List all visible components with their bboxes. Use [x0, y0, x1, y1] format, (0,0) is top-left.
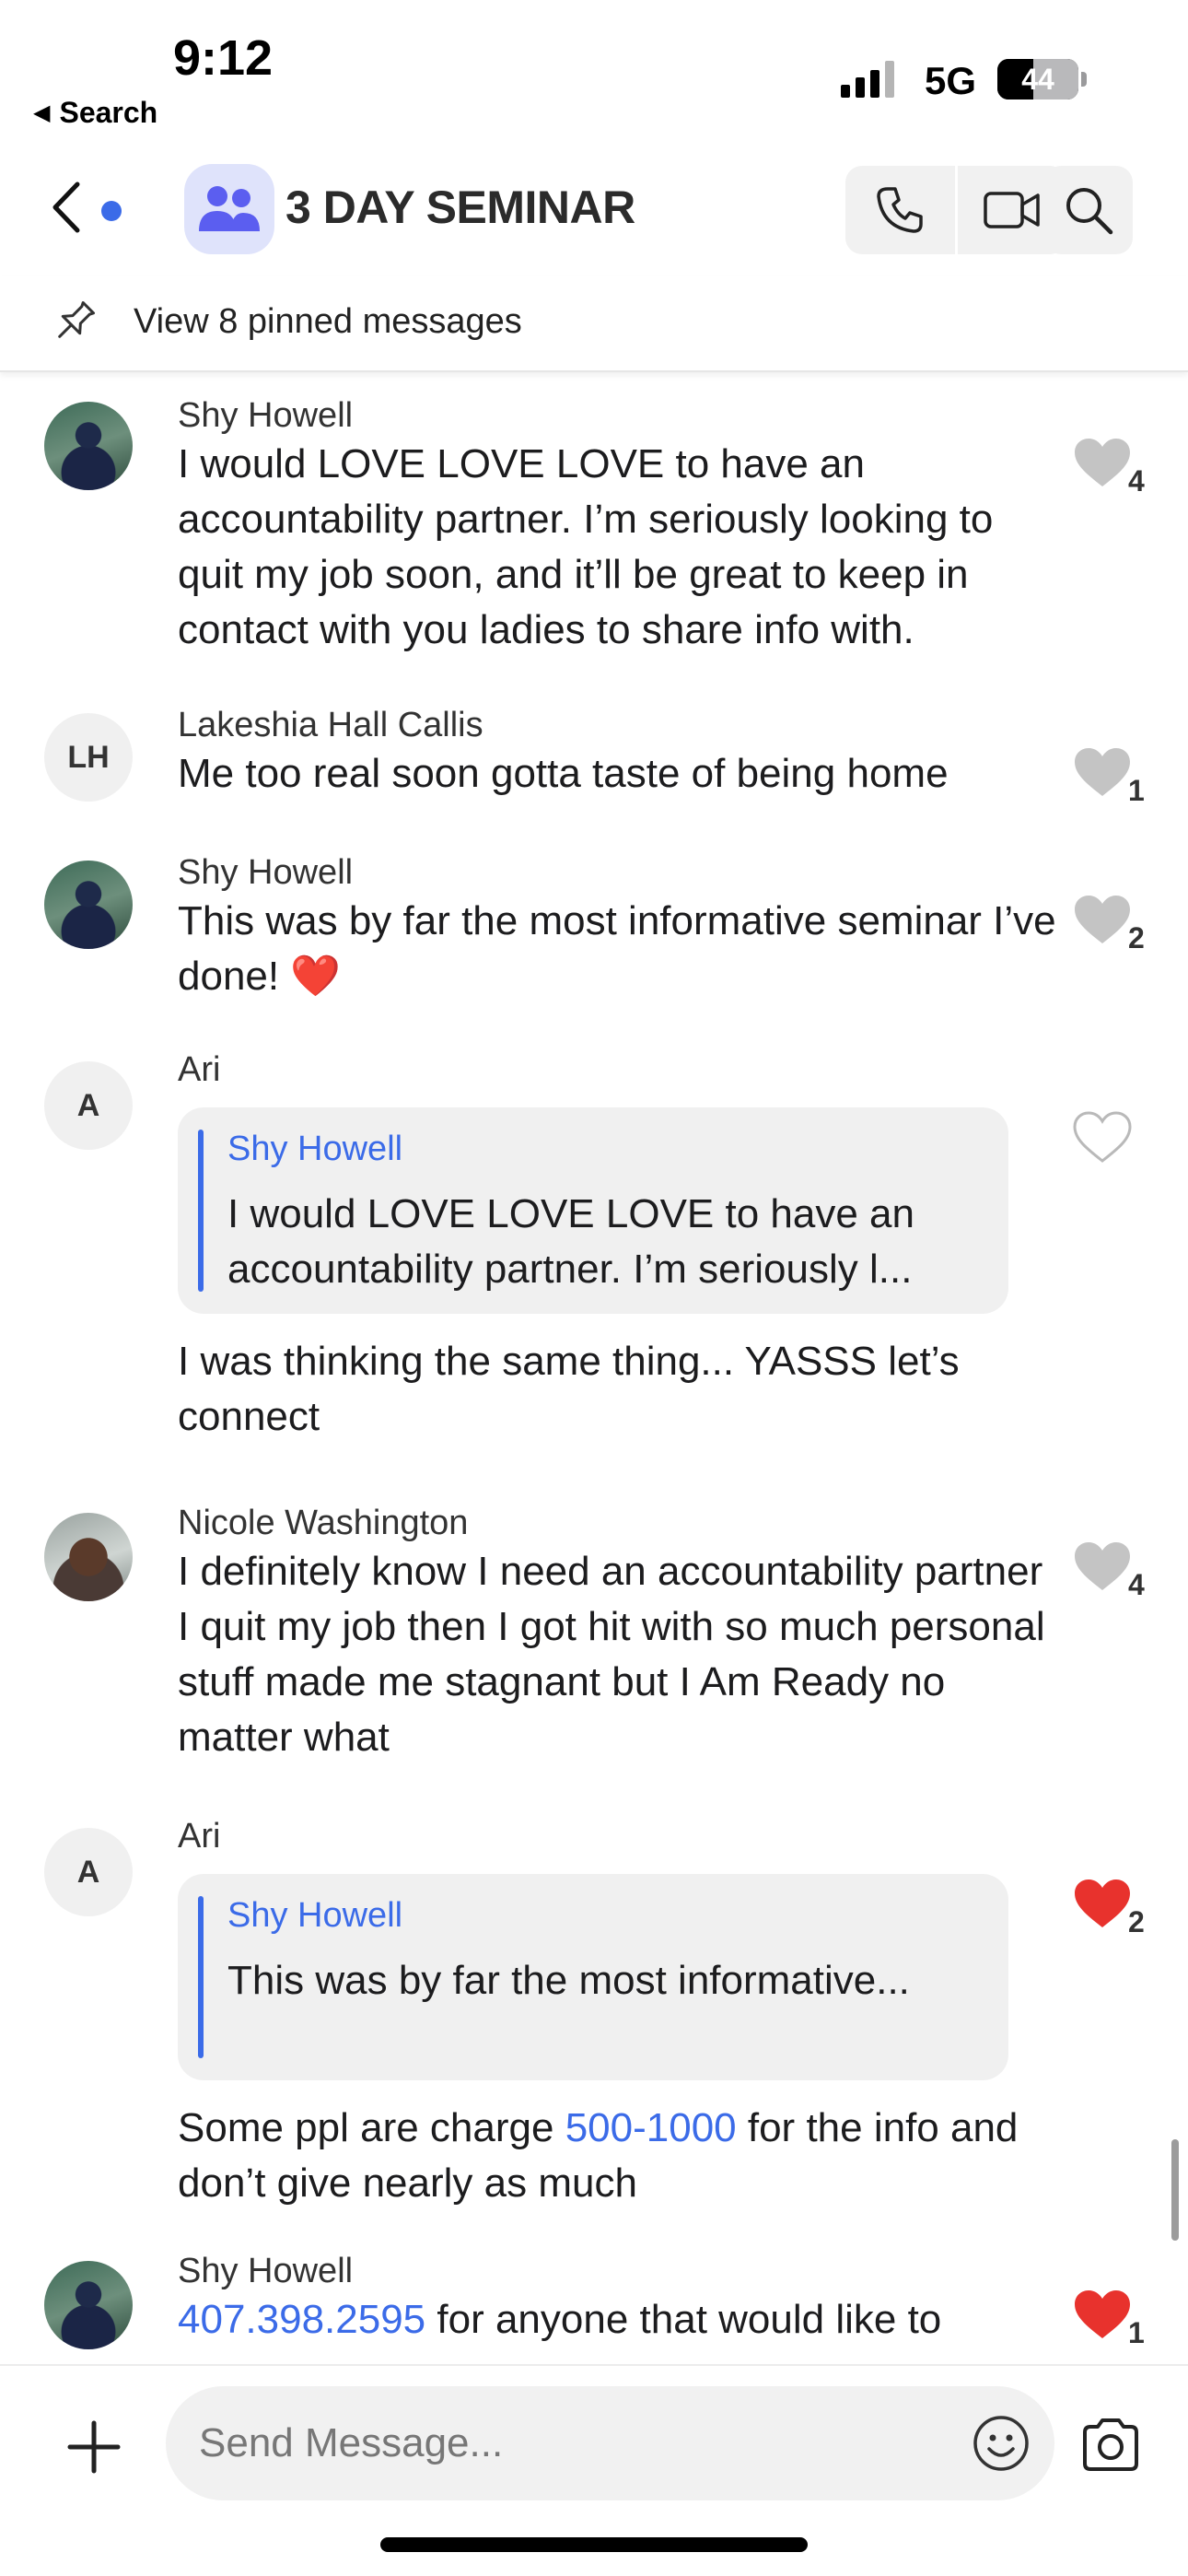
chat-title[interactable]: 3 DAY SEMINAR — [285, 181, 635, 234]
back-to-search-label: Search — [59, 96, 158, 129]
back-button[interactable] — [44, 175, 99, 240]
quote-sender: Shy Howell — [227, 1896, 403, 1935]
like-count: 4 — [1128, 1568, 1145, 1601]
network-type: 5G — [925, 59, 977, 102]
phone-icon — [877, 187, 923, 233]
message-text: Me too real soon gotta taste of being ho… — [178, 751, 949, 796]
search-icon — [1066, 188, 1113, 235]
call-buttons-group — [845, 166, 1066, 254]
camera-icon — [1083, 2418, 1138, 2471]
quote-text: This was by far the most informative... — [227, 1958, 910, 2003]
like-button[interactable]: 1 — [1073, 746, 1156, 811]
like-button[interactable]: 4 — [1073, 1540, 1156, 1605]
unread-indicator — [101, 201, 122, 221]
message-sender: Shy Howell — [178, 396, 354, 435]
chat-header: 3 DAY SEMINAR — [0, 157, 1188, 263]
avatar[interactable] — [44, 2261, 133, 2349]
message-sender: Shy Howell — [178, 2252, 354, 2290]
status-bar: 9:12 ◀ Search 5G 44 — [0, 0, 1188, 138]
like-button[interactable]: 2 — [1073, 1878, 1156, 1942]
like-button[interactable] — [1073, 1111, 1156, 1176]
quote-bar — [198, 1896, 204, 2058]
signal-strength-icon — [841, 61, 894, 98]
home-indicator — [380, 2537, 808, 2552]
pinned-messages-bar[interactable]: View 8 pinned messages — [0, 276, 1188, 372]
emoji-button[interactable] — [972, 2414, 1031, 2473]
quoted-message[interactable]: Shy Howell I would LOVE LOVE LOVE to hav… — [178, 1107, 1008, 1314]
battery-icon: 44 — [997, 59, 1078, 100]
back-chevron-icon — [52, 181, 80, 233]
heart-icon — [1075, 439, 1130, 486]
quote-sender: Shy Howell — [227, 1130, 403, 1168]
like-count: 2 — [1128, 921, 1145, 954]
back-triangle-icon: ◀ — [33, 100, 51, 125]
like-count: 1 — [1128, 774, 1145, 807]
like-count: 1 — [1128, 2316, 1145, 2349]
message-text-after: for anyone that would like to — [425, 2297, 942, 2342]
scrollbar[interactable] — [1171, 2139, 1179, 2241]
quote-text: I would LOVE LOVE LOVE to have an accoun… — [227, 1191, 914, 1292]
message-text: I definitely know I need an accountabili… — [178, 1549, 1045, 1760]
message-sender: Lakeshia Hall Callis — [178, 706, 483, 744]
message-text: Some ppl are charge 500-1000 for the inf… — [178, 2101, 1062, 2211]
message-input[interactable] — [199, 2386, 936, 2500]
message-text: 407.398.2595 for anyone that would like … — [178, 2292, 1062, 2348]
like-button[interactable]: 1 — [1073, 2289, 1156, 2353]
avatar[interactable] — [44, 402, 133, 490]
pinned-messages-label: View 8 pinned messages — [134, 302, 522, 341]
heart-icon — [1075, 1542, 1130, 1590]
message-sender: Ari — [178, 1817, 221, 1856]
avatar[interactable]: LH — [44, 713, 133, 802]
search-button[interactable] — [1044, 166, 1133, 254]
avatar[interactable]: A — [44, 1828, 133, 1916]
message-text: This was by far the most informative sem… — [178, 894, 1062, 1004]
add-attachment-button[interactable] — [64, 2418, 123, 2476]
avatar[interactable] — [44, 861, 133, 949]
battery-percent: 44 — [1021, 62, 1054, 96]
message-list[interactable]: Shy Howell I would LOVE LOVE LOVE to hav… — [0, 374, 1188, 2364]
heart-icon — [1075, 748, 1130, 796]
emoji-icon — [973, 2416, 1029, 2471]
back-to-search-link[interactable]: ◀ Search — [33, 96, 157, 130]
heart-filled-icon — [1075, 2290, 1130, 2338]
heart-filled-icon — [1075, 1879, 1130, 1927]
like-count: 2 — [1128, 1905, 1145, 1938]
message-text: I would LOVE LOVE LOVE to have an accoun… — [178, 441, 994, 652]
message-text-before: Some ppl are charge — [178, 2105, 565, 2150]
like-count: 4 — [1128, 464, 1145, 498]
message-sender: Nicole Washington — [178, 1504, 469, 1542]
like-button[interactable]: 2 — [1073, 894, 1156, 958]
phone-number-link[interactable]: 500-1000 — [565, 2105, 737, 2150]
avatar[interactable]: A — [44, 1061, 133, 1150]
plus-icon — [67, 2420, 121, 2474]
quote-bar — [198, 1130, 204, 1292]
video-icon — [984, 192, 1040, 228]
group-avatar[interactable] — [184, 164, 274, 254]
camera-button[interactable] — [1079, 2414, 1142, 2476]
heart-emoji: ❤️ — [290, 954, 342, 999]
avatar[interactable] — [44, 1513, 133, 1601]
like-button[interactable]: 4 — [1073, 437, 1156, 501]
pin-icon — [58, 300, 96, 338]
quoted-message[interactable]: Shy Howell This was by far the most info… — [178, 1874, 1008, 2080]
battery-cap — [1081, 72, 1087, 87]
status-time: 9:12 — [173, 30, 274, 86]
message-sender: Shy Howell — [178, 853, 354, 892]
group-icon — [199, 186, 260, 231]
message-input-container — [166, 2386, 1054, 2500]
message-sender: Ari — [178, 1050, 221, 1089]
heart-outline-icon — [1073, 1111, 1132, 1163]
phone-number-link[interactable]: 407.398.2595 — [178, 2297, 425, 2342]
message-text: I was thinking the same thing... YASSS l… — [178, 1339, 960, 1439]
heart-icon — [1075, 896, 1130, 943]
voice-call-button[interactable] — [845, 166, 955, 254]
